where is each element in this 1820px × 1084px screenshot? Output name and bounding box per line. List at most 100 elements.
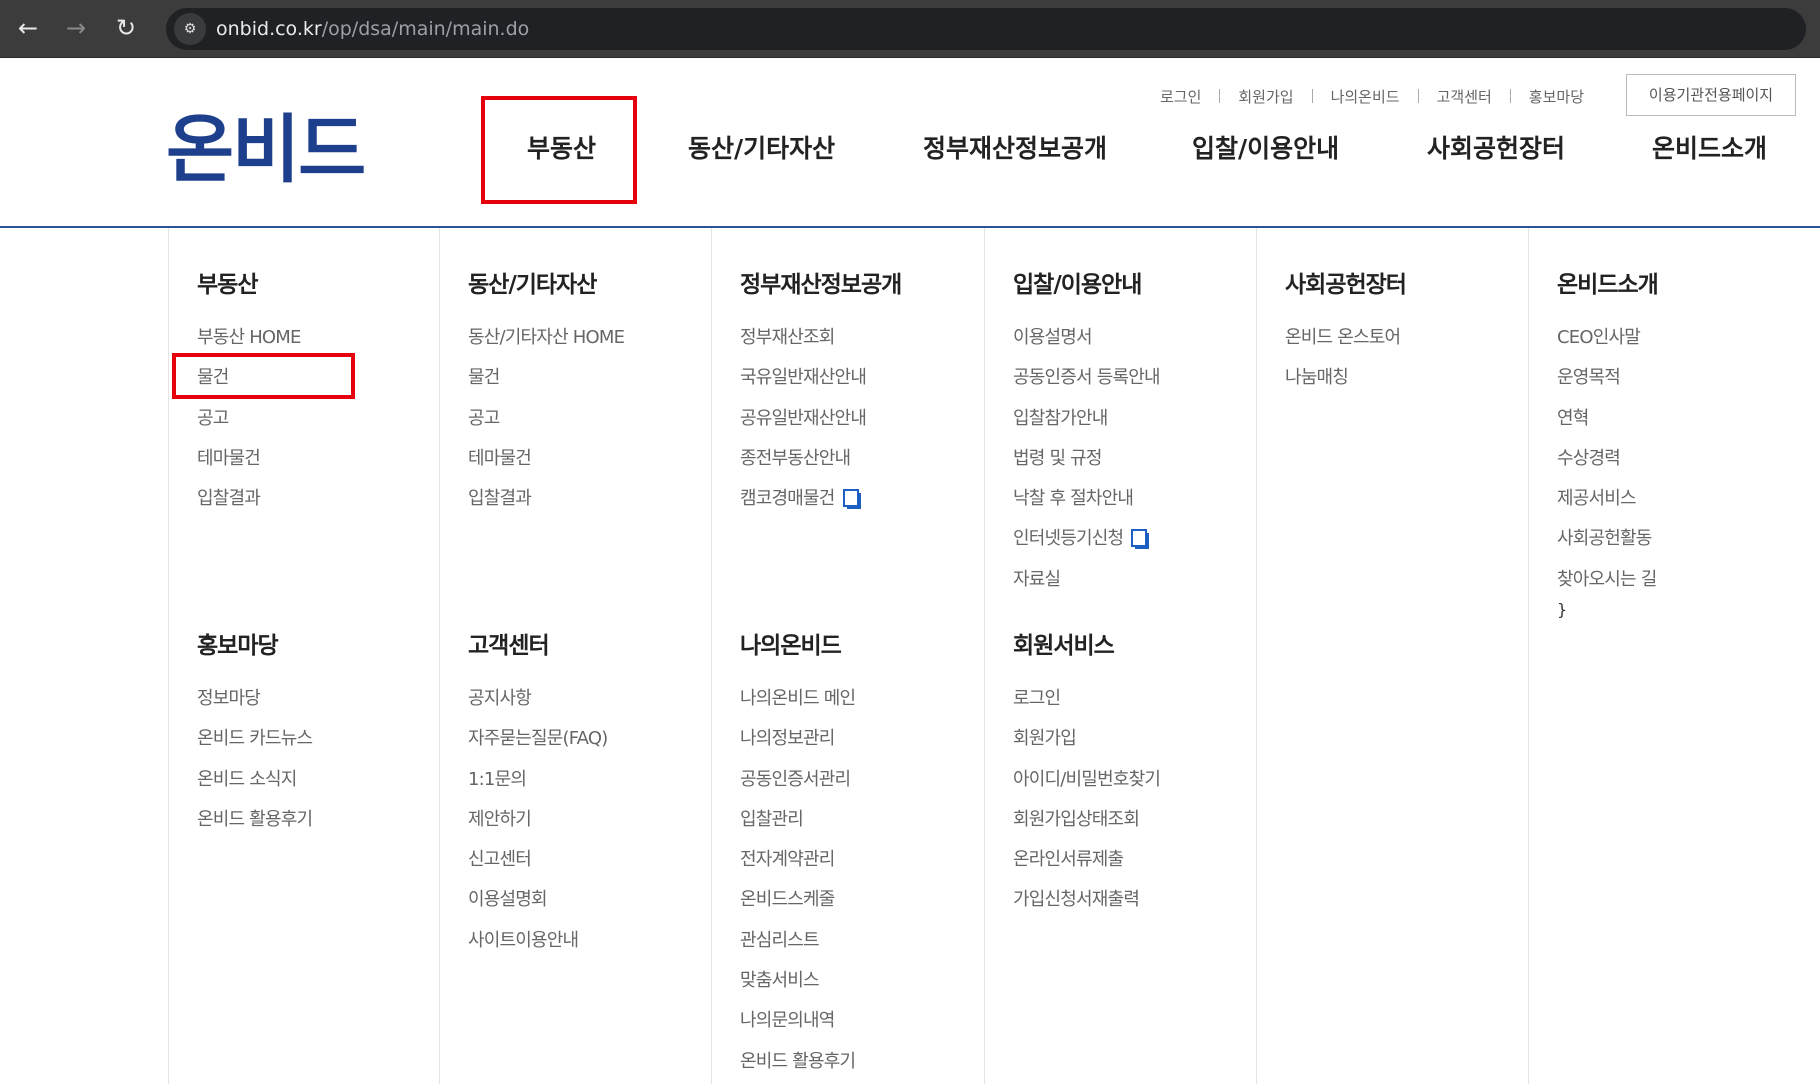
menu-item[interactable]: 사회공헌활동 [1557, 519, 1658, 559]
column-divider [439, 228, 440, 1084]
menu-item[interactable]: 이용설명서 [1013, 318, 1160, 358]
menu-item[interactable]: 나의정보관리 [740, 719, 855, 759]
menu-item[interactable]: 온비드 활용후기 [740, 1042, 856, 1082]
section-title: 나의온비드 [740, 633, 842, 659]
menu-item[interactable]: 국유일반재산안내 [740, 358, 901, 398]
section-title: 온비드소개 [1557, 272, 1659, 298]
menu-item[interactable]: 입찰결과 [468, 479, 624, 519]
menu-section-government-property: 정부재산정보공개 정부재산조회 국유일반재산안내 공유일반재산안내 종전부동산안… [740, 270, 902, 519]
menu-item[interactable]: 전자계약관리 [740, 840, 855, 880]
menu-item[interactable]: 법령 및 규정 [1013, 439, 1160, 479]
menu-item[interactable]: 수상경력 [1557, 439, 1658, 479]
util-promotion-link[interactable]: 홍보마당 [1511, 86, 1602, 107]
new-window-icon [842, 489, 861, 510]
address-bar[interactable]: ⚙ onbid.co.kr/op/dsa/main/main.do [166, 8, 1806, 50]
menu-item[interactable]: CEO인사말 [1557, 318, 1658, 358]
menu-item[interactable]: 공동인증서관리 [740, 760, 855, 800]
menu-item[interactable]: 사이트이용안내 [468, 921, 607, 961]
menu-item[interactable]: 맞춤서비스 [740, 961, 855, 1001]
menu-item[interactable]: 물건 [468, 358, 624, 398]
menu-item[interactable]: 온라인서류제출 [1013, 840, 1160, 880]
menu-item-label: 캠코경매물건 [740, 488, 835, 510]
menu-item[interactable]: 회원가입 [1013, 719, 1160, 759]
column-divider [1256, 228, 1257, 1084]
menu-item[interactable]: 공고 [197, 399, 301, 439]
menu-section-movable-assets: 동산/기타자산 동산/기타자산 HOME 물건 공고 테마물건 입찰결과 [468, 270, 625, 519]
section-title: 정부재산정보공개 [740, 272, 902, 298]
menu-item[interactable]: 로그인 [1013, 679, 1160, 719]
menu-item[interactable]: 온비드 소식지 [197, 760, 312, 800]
menu-item[interactable]: 정보마당 [197, 679, 312, 719]
menu-item[interactable]: 공유일반재산안내 [740, 399, 901, 439]
mega-menu: 부동산 부동산 HOME 물건 공고 테마물건 입찰결과 동산/기타자산 동산/… [168, 228, 1820, 1084]
menu-item[interactable]: 운영목적 [1557, 358, 1658, 398]
gnb-government-property[interactable]: 정부재산정보공개 [923, 132, 1107, 166]
menu-item[interactable]: 입찰관리 [740, 800, 855, 840]
reload-icon[interactable]: ↻ [108, 10, 144, 46]
column-divider [711, 228, 712, 1084]
menu-item[interactable]: 종전부동산안내 [740, 439, 901, 479]
menu-item[interactable]: 나의문의내역 [740, 1001, 855, 1041]
menu-item[interactable]: 입찰결과 [197, 479, 301, 519]
menu-item[interactable]: 테마물건 [197, 439, 301, 479]
menu-item[interactable]: 찾아오시는 길 [1557, 560, 1658, 600]
menu-item[interactable]: 신고센터 [468, 840, 607, 880]
section-title: 동산/기타자산 [468, 272, 597, 298]
menu-item[interactable]: 공동인증서 등록안내 [1013, 358, 1161, 398]
menu-item[interactable]: 나의온비드 메인 [740, 679, 856, 719]
menu-section-customer-center: 고객센터 공지사항 자주묻는질문(FAQ) 1:1문의 제안하기 신고센터 이용… [468, 631, 608, 961]
menu-section-about-onbid: 온비드소개 CEO인사말 운영목적 연혁 수상경력 제공서비스 사회공헌활동 찾… [1557, 272, 1659, 620]
menu-section-my-onbid: 나의온비드 나의온비드 메인 나의정보관리 공동인증서관리 입찰관리 전자계약관… [740, 631, 856, 1082]
menu-item[interactable]: 회원가입상태조회 [1013, 800, 1160, 840]
highlight-box-items-link [172, 353, 355, 399]
menu-item[interactable]: 공고 [468, 399, 624, 439]
util-customer-center-link[interactable]: 고객센터 [1419, 86, 1510, 107]
back-arrow-icon[interactable]: ← [10, 10, 46, 46]
menu-item-external[interactable]: 캠코경매물건 [740, 479, 901, 519]
highlight-box-gnb-real-estate [481, 96, 637, 204]
menu-item-external[interactable]: 인터넷등기신청 [1013, 519, 1160, 559]
util-signup-link[interactable]: 회원가입 [1220, 86, 1311, 107]
menu-section-member-service: 회원서비스 로그인 회원가입 아이디/비밀번호찾기 회원가입상태조회 온라인서류… [1013, 631, 1161, 921]
forward-arrow-icon[interactable]: → [58, 10, 94, 46]
menu-section-social-market: 사회공헌장터 온비드 온스토어 나눔매칭 [1285, 270, 1407, 399]
menu-item[interactable]: 온비드 카드뉴스 [197, 719, 313, 759]
menu-item[interactable]: 제안하기 [468, 800, 607, 840]
gnb-about-onbid[interactable]: 온비드소개 [1652, 132, 1767, 166]
menu-section-promotion: 홍보마당 정보마당 온비드 카드뉴스 온비드 소식지 온비드 활용후기 [197, 631, 313, 840]
menu-item[interactable]: 테마물건 [468, 439, 624, 479]
menu-item[interactable]: 온비드스케줄 [740, 880, 855, 920]
section-title: 회원서비스 [1013, 633, 1115, 659]
agency-page-button[interactable]: 이용기관전용페이지 [1626, 74, 1796, 116]
menu-item[interactable]: 가입신청서재출력 [1013, 880, 1160, 920]
url-text[interactable]: onbid.co.kr/op/dsa/main/main.do [216, 8, 529, 50]
menu-item[interactable]: 동산/기타자산 HOME [468, 318, 625, 358]
menu-item[interactable]: 자료실 [1013, 560, 1160, 600]
menu-item[interactable]: 자주묻는질문(FAQ) [468, 719, 608, 759]
new-window-icon [1131, 529, 1150, 550]
menu-item[interactable]: 이용설명회 [468, 880, 607, 920]
menu-item[interactable]: 연혁 [1557, 399, 1658, 439]
menu-item[interactable]: 낙찰 후 절차안내 [1013, 479, 1160, 519]
util-login-link[interactable]: 로그인 [1142, 86, 1219, 107]
menu-item[interactable]: 제공서비스 [1557, 479, 1658, 519]
menu-item[interactable]: 온비드 온스토어 [1285, 318, 1406, 358]
menu-item[interactable]: 관심리스트 [740, 921, 855, 961]
util-my-onbid-link[interactable]: 나의온비드 [1313, 86, 1418, 107]
menu-item[interactable]: 입찰참가안내 [1013, 399, 1160, 439]
logo-text: 온비드 [166, 107, 366, 193]
menu-item[interactable]: 1:1문의 [468, 760, 607, 800]
gnb-social-market[interactable]: 사회공헌장터 [1427, 132, 1565, 166]
menu-item[interactable]: 공지사항 [468, 679, 607, 719]
onbid-logo[interactable]: 온비드 [166, 107, 366, 193]
menu-item[interactable]: 아이디/비밀번호찾기 [1013, 760, 1161, 800]
gnb-movable-assets[interactable]: 동산/기타자산 [688, 132, 835, 166]
url-host: onbid.co.kr [216, 18, 322, 40]
menu-item[interactable]: 나눔매칭 [1285, 358, 1406, 398]
site-info-icon[interactable]: ⚙ [174, 13, 206, 45]
gnb-bid-guide[interactable]: 입찰/이용안내 [1192, 132, 1339, 166]
menu-item[interactable]: 정부재산조회 [740, 318, 901, 358]
section-title: 부동산 [197, 272, 258, 298]
menu-item[interactable]: 온비드 활용후기 [197, 800, 313, 840]
menu-item-label: 인터넷등기신청 [1013, 528, 1124, 550]
